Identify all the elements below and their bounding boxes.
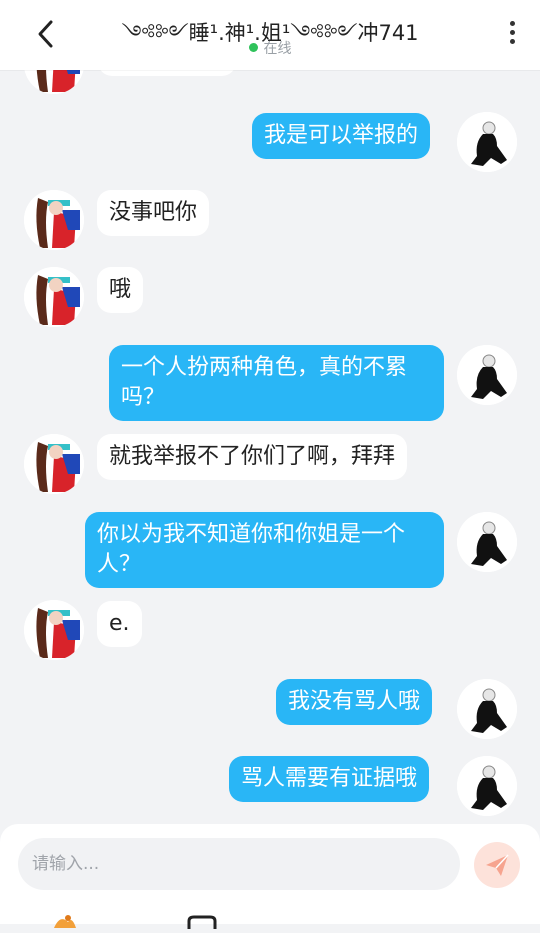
message-input[interactable]: [18, 838, 460, 890]
message-bubble-incoming: 没事吧你: [97, 190, 210, 236]
message-bubble-incoming: 哦: [97, 267, 144, 313]
my-avatar[interactable]: [457, 345, 517, 405]
message-bubble-incoming: e.: [97, 601, 142, 647]
online-status-label: 在线: [263, 41, 292, 57]
image-icon[interactable]: [186, 914, 218, 929]
more-options-button[interactable]: [502, 18, 522, 52]
chat-header: ༺༻睡¹.神¹.姐¹༺༻冲741 在线: [0, 0, 540, 70]
message-composer: [0, 824, 540, 929]
message-bubble-incoming: 就我举报不了你们了啊，拜拜: [97, 434, 408, 480]
contact-avatar[interactable]: [24, 600, 84, 660]
my-avatar[interactable]: [457, 756, 517, 816]
emoji-icon[interactable]: [50, 912, 84, 928]
online-dot-icon: [248, 43, 258, 52]
chat-area[interactable]: 我是可以举报的 没事吧你 哦 一个人扮两种角色，真的不累吗？ 就我举报不了你们了…: [0, 0, 540, 824]
contact-avatar[interactable]: [24, 434, 84, 494]
my-avatar[interactable]: [457, 512, 517, 572]
contact-avatar[interactable]: [24, 267, 84, 327]
my-avatar[interactable]: [457, 679, 517, 739]
more-vertical-icon-dot: [509, 30, 515, 35]
message-bubble-outgoing: 一个人扮两种角色，真的不累吗？: [109, 345, 444, 421]
message-bubble-outgoing: 我没有骂人哦: [276, 679, 433, 725]
my-avatar[interactable]: [457, 112, 517, 172]
message-bubble-outgoing: 我是可以举报的: [252, 113, 431, 159]
online-status: 在线: [0, 38, 540, 58]
paper-plane-icon: [486, 854, 509, 876]
more-vertical-icon-dot: [509, 39, 515, 44]
more-vertical-icon: [509, 21, 515, 26]
contact-avatar[interactable]: [24, 190, 84, 250]
message-bubble-outgoing: 骂人需要有证据哦: [229, 756, 430, 802]
message-bubble-outgoing: 你以为我不知道你和你姐是一个人？: [85, 512, 444, 588]
send-button[interactable]: [474, 842, 520, 888]
